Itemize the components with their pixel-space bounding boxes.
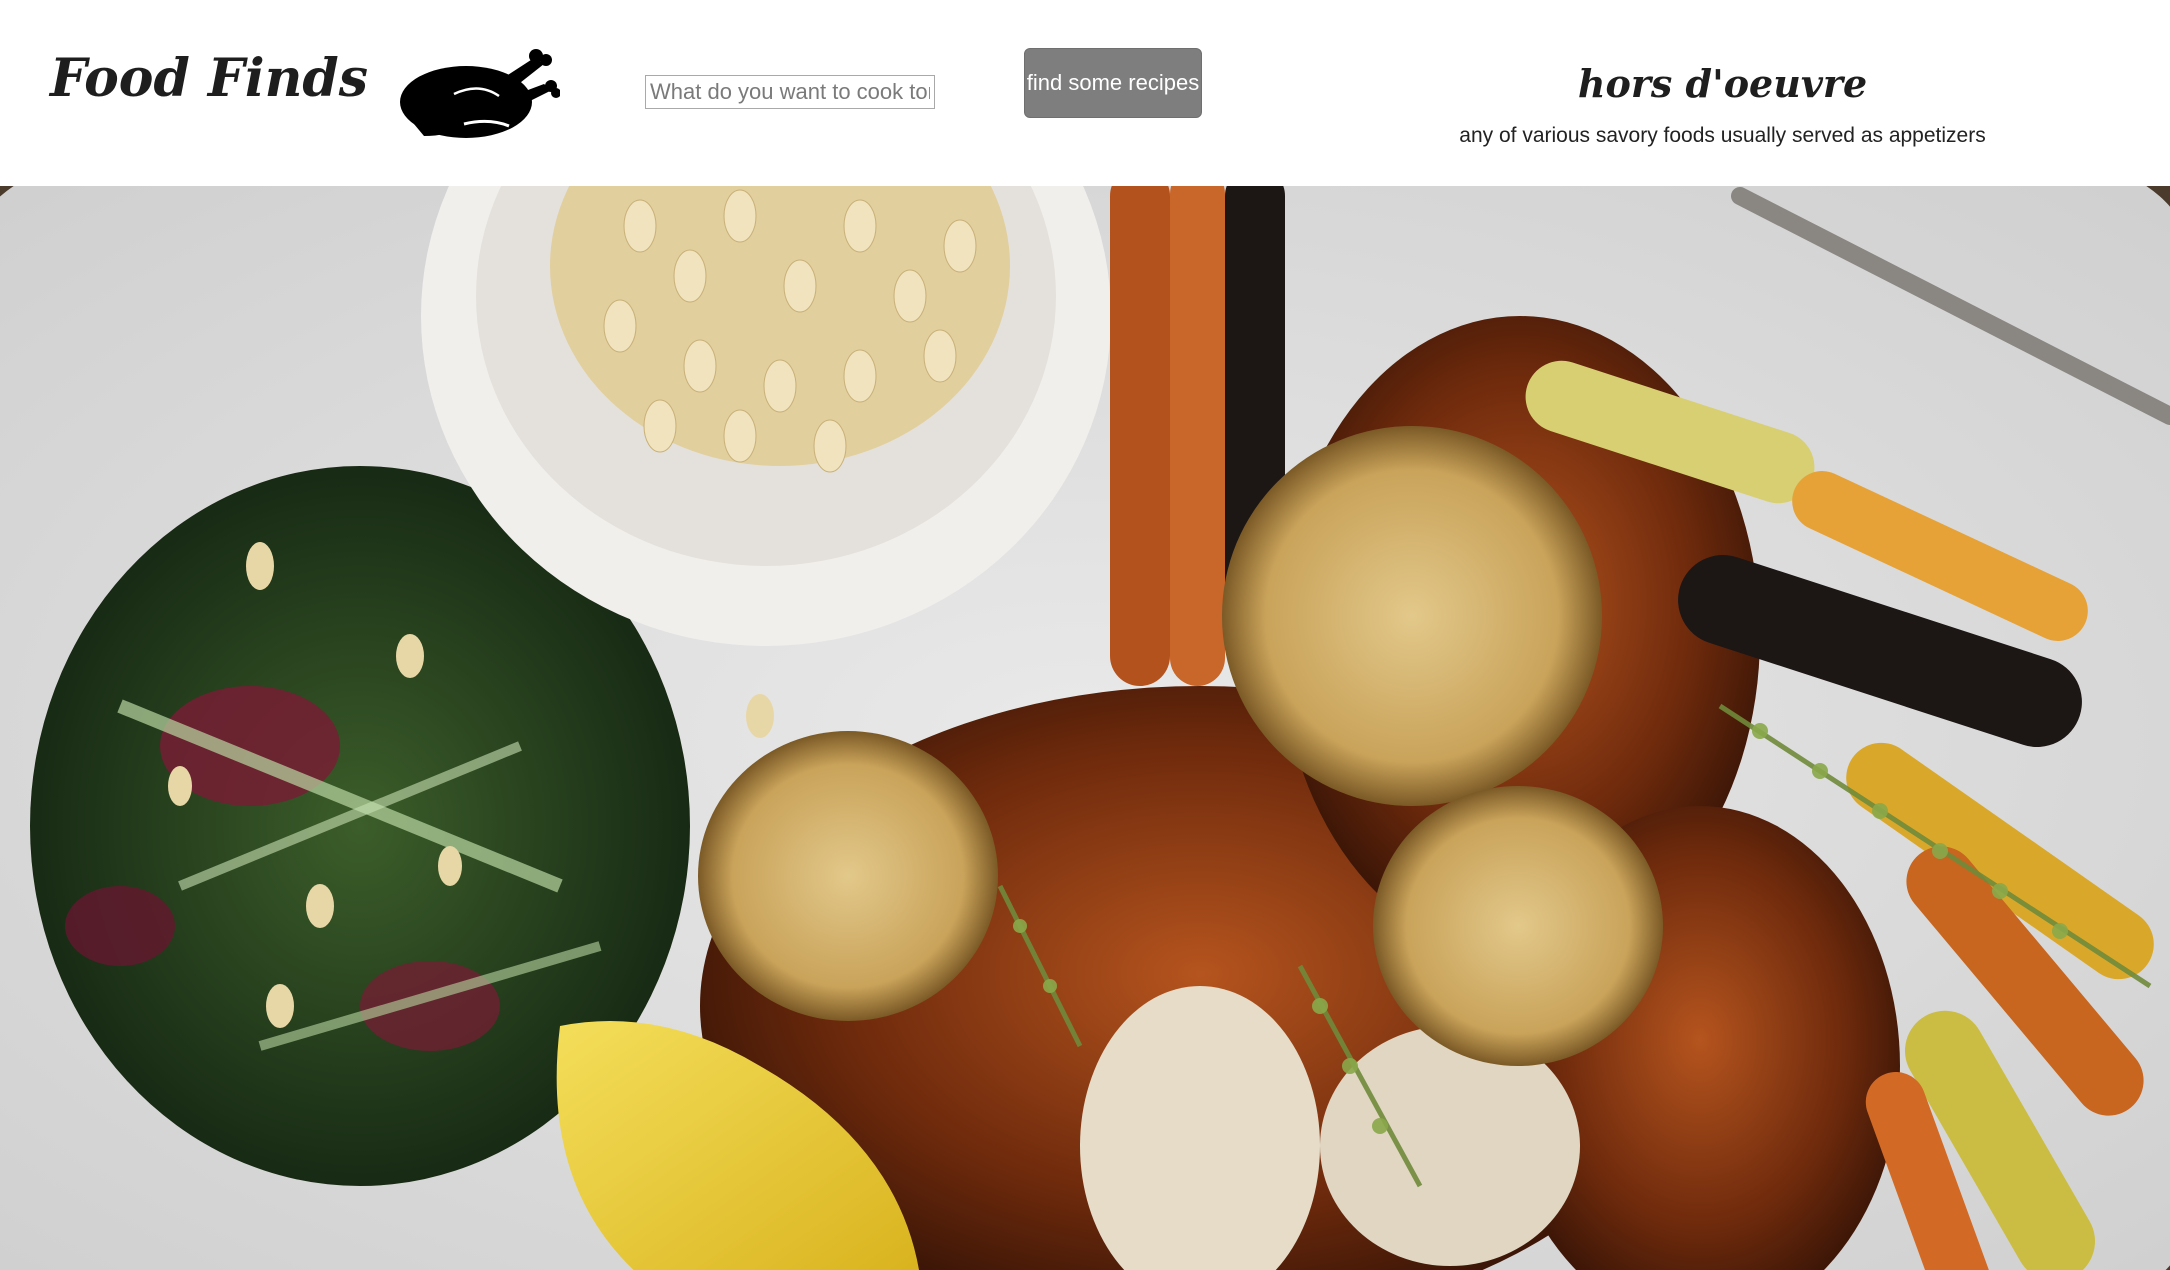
site-header: Food Finds find some recipes hors d'oeuv…: [0, 0, 2170, 186]
word-of-the-day: hors d'oeuvre any of various savory food…: [1400, 56, 2045, 148]
word-definition: any of various savory foods usually serv…: [1459, 124, 1986, 147]
brand-logo-text[interactable]: Food Finds: [50, 48, 368, 109]
roast-chicken-icon: [400, 49, 560, 138]
recipe-search-input[interactable]: [645, 75, 935, 109]
hero-food-image: [0, 186, 2170, 1270]
word-title: hors d'oeuvre: [1577, 61, 1868, 106]
find-recipes-button[interactable]: find some recipes: [1024, 48, 1202, 118]
